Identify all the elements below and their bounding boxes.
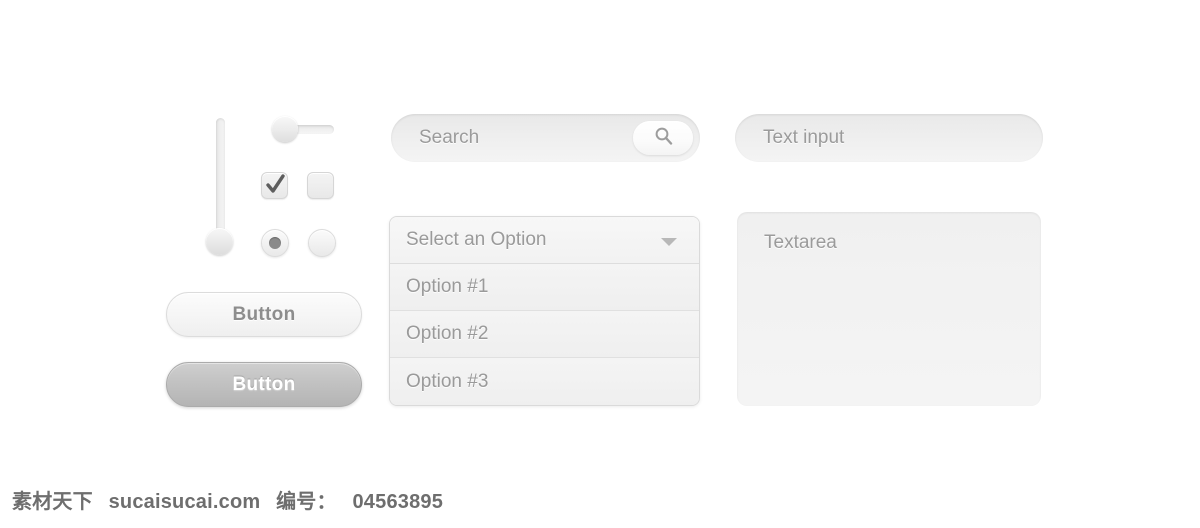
watermark-site-url: sucaisucai.com xyxy=(108,491,261,513)
checkbox-checked[interactable] xyxy=(261,172,288,199)
select-option-3[interactable]: Option #3 xyxy=(390,358,699,405)
button-dark[interactable]: Button xyxy=(166,362,362,407)
select-header[interactable]: Select an Option xyxy=(390,217,699,264)
button-light-label: Button xyxy=(232,303,296,325)
select-dropdown[interactable]: Select an Option Option #1 Option #2 Opt… xyxy=(389,216,700,406)
select-option-2[interactable]: Option #2 xyxy=(390,311,699,358)
watermark-id-label: 编号： xyxy=(276,491,337,513)
search-icon xyxy=(654,126,673,150)
checkbox-unchecked[interactable] xyxy=(307,172,334,199)
radio-checked[interactable] xyxy=(261,229,289,257)
text-input-field[interactable]: Text input xyxy=(735,114,1043,162)
search-input[interactable]: Search xyxy=(419,127,479,149)
horizontal-slider-knob[interactable] xyxy=(272,116,298,142)
select-option-1[interactable]: Option #1 xyxy=(390,264,699,311)
button-dark-label: Button xyxy=(232,373,296,395)
button-light[interactable]: Button xyxy=(166,292,362,337)
radio-dot-icon xyxy=(269,237,281,249)
vertical-slider[interactable] xyxy=(206,118,233,255)
watermark-id-value: 04563895 xyxy=(352,491,444,513)
watermark: 素材天下 sucaisucai.com 编号： 04563895 xyxy=(12,485,453,514)
controls-column: Button Button xyxy=(0,0,390,440)
chevron-down-icon xyxy=(661,238,677,246)
select-option-1-label: Option #1 xyxy=(406,276,489,297)
search-bar[interactable]: Search xyxy=(391,114,700,162)
watermark-site-cn: 素材天下 xyxy=(12,491,93,513)
horizontal-slider[interactable] xyxy=(272,116,334,142)
text-input-value[interactable]: Text input xyxy=(763,127,844,149)
textarea-value[interactable]: Textarea xyxy=(764,232,837,254)
select-selected-label: Select an Option xyxy=(406,229,547,250)
radio-unchecked[interactable] xyxy=(308,229,336,257)
check-icon xyxy=(266,174,285,196)
search-button[interactable] xyxy=(633,121,693,155)
textarea-field[interactable]: Textarea xyxy=(737,212,1041,406)
select-option-2-label: Option #2 xyxy=(406,323,489,344)
vertical-slider-knob[interactable] xyxy=(206,228,233,255)
select-option-3-label: Option #3 xyxy=(406,370,489,392)
